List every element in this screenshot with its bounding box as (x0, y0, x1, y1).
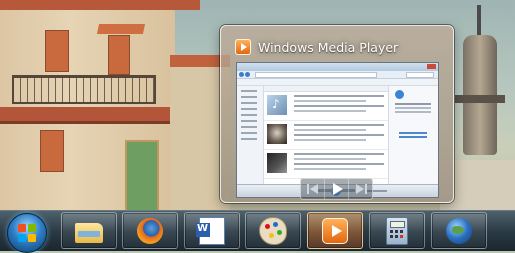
thumbnail-command-bar (237, 79, 438, 86)
next-track-button[interactable] (349, 179, 372, 199)
taskbar-button-google-earth[interactable] (431, 212, 487, 249)
windows-media-player-icon (235, 39, 251, 55)
play-icon (332, 183, 343, 195)
word-icon (196, 216, 225, 245)
wallpaper-shutter (40, 130, 64, 172)
play-button[interactable] (325, 179, 349, 199)
taskbar-button-microsoft-word[interactable] (184, 212, 240, 249)
album-art-icon (267, 124, 287, 144)
firefox-icon (137, 217, 163, 244)
taskbar-button-windows-media-player[interactable] (307, 212, 363, 249)
start-button[interactable] (7, 213, 47, 253)
windows-start-orb-icon (18, 224, 36, 242)
wallpaper-balcony (12, 75, 156, 104)
taskbar-button-paint[interactable] (245, 212, 301, 249)
wallpaper-shutter (108, 35, 130, 75)
folder-library-icon (75, 222, 103, 243)
windows-media-player-icon (322, 217, 348, 244)
previous-track-button[interactable] (301, 179, 325, 199)
calculator-icon (386, 216, 408, 245)
taskbar-thumbnail-preview[interactable]: Windows Media Player (220, 25, 454, 203)
taskbar-button-windows-explorer[interactable] (61, 212, 117, 249)
wallpaper-awning (96, 24, 146, 34)
wallpaper-shutter (45, 30, 69, 72)
album-row (264, 150, 388, 179)
thumbnail-navigation-pane (237, 86, 264, 185)
preview-title: Windows Media Player (258, 39, 399, 55)
thumbnail-titlebar (237, 63, 438, 71)
thumbnail-library-view (237, 86, 438, 185)
album-art-icon (267, 95, 287, 115)
wallpaper-door (125, 140, 159, 210)
taskbar-button-calculator[interactable] (369, 212, 425, 249)
google-earth-icon (446, 217, 472, 244)
taskbar-button-firefox[interactable] (122, 212, 178, 249)
thumbnail-toolbar (300, 178, 373, 200)
close-icon (427, 64, 436, 69)
thumbnail-navigation-bar (237, 71, 438, 79)
album-row (264, 121, 388, 150)
wallpaper-tower (455, 5, 505, 165)
thumbnail-list-pane (388, 86, 438, 185)
previous-track-icon (306, 184, 318, 194)
preview-header: Windows Media Player (235, 39, 398, 55)
next-track-icon (355, 184, 367, 194)
album-row (264, 92, 388, 121)
wallpaper-roof (0, 0, 200, 10)
paint-palette-icon (259, 216, 287, 245)
album-art-icon (267, 153, 287, 173)
thumbnail-details-pane (264, 86, 388, 185)
